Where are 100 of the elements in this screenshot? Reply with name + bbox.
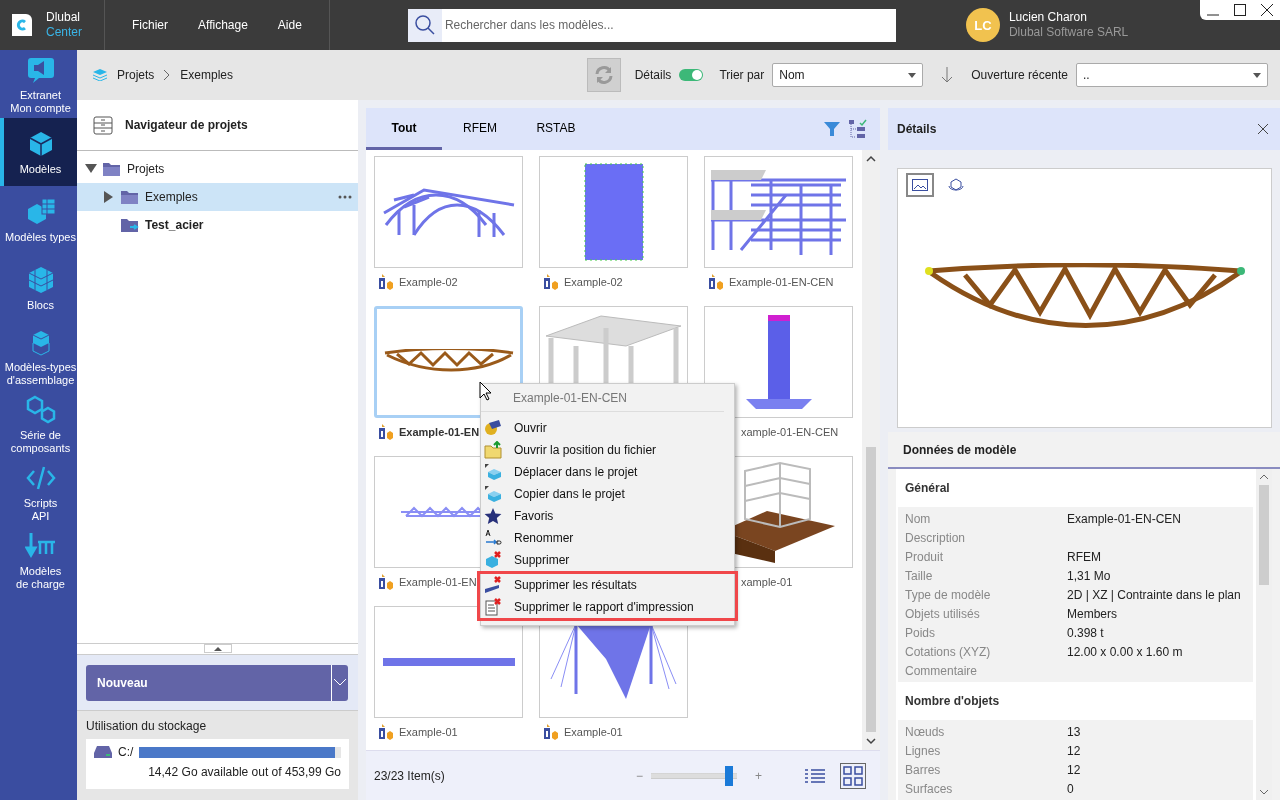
nav-item[interactable]: Modèles types xyxy=(0,186,77,254)
collapse-icon[interactable] xyxy=(85,164,97,174)
more-icon[interactable] xyxy=(338,195,352,199)
tree-item[interactable]: Exemples xyxy=(77,183,358,211)
nav-item[interactable]: Modèles xyxy=(0,118,77,186)
user-name: Lucien Charon xyxy=(1008,10,1088,25)
filter-icon[interactable] xyxy=(824,122,840,136)
property-label: Lignes xyxy=(905,743,942,758)
property-label: Commentaire xyxy=(905,663,979,678)
nav-item[interactable]: Scripts API xyxy=(0,458,77,526)
property-label: Taille xyxy=(905,568,934,583)
model-card[interactable] xyxy=(704,306,853,418)
menu-item[interactable]: Affichage xyxy=(183,18,263,32)
scroll-thumb[interactable] xyxy=(1259,485,1269,585)
property-value: 12.00 x 0.00 x 1.60 m xyxy=(1067,644,1183,659)
menu-item[interactable]: Favoris xyxy=(481,505,734,527)
property-label: Produit xyxy=(905,549,945,564)
menu-item[interactable]: Supprimer le rapport d'impression xyxy=(477,596,738,621)
expand-panel-icon[interactable] xyxy=(203,644,232,653)
menu-item[interactable]: Fichier xyxy=(117,18,183,32)
menu-item[interactable]: Supprimer les résultats xyxy=(477,571,738,596)
model-file-icon xyxy=(378,574,394,590)
delete-results-icon xyxy=(484,576,502,594)
grid-icon xyxy=(843,765,863,786)
property-value: Members xyxy=(1067,606,1117,621)
property-value: 12 xyxy=(1067,762,1081,777)
slider-thumb[interactable] xyxy=(724,765,733,786)
tree-label: Exemples xyxy=(145,190,198,204)
search-field[interactable]: Rechercher dans les modèles... xyxy=(441,8,896,42)
property-label: Nœuds xyxy=(905,724,946,739)
tab[interactable]: RSTAB xyxy=(518,108,594,150)
model-name: Example-01 xyxy=(399,726,458,738)
tree-check-icon[interactable] xyxy=(848,119,868,139)
new-button[interactable]: Nouveau xyxy=(86,664,348,701)
menu-item[interactable]: Déplacer dans le projet xyxy=(481,461,734,483)
property-label: Cotations (XYZ) xyxy=(905,644,992,659)
menu-item[interactable]: Supprimer xyxy=(481,549,734,571)
details-toggle[interactable] xyxy=(679,69,704,81)
scroll-thumb[interactable] xyxy=(866,447,876,732)
close-icon[interactable] xyxy=(1258,124,1268,134)
nav-item[interactable]: Modèles de charge xyxy=(0,526,77,594)
caret-icon xyxy=(1253,72,1261,78)
refresh-icon xyxy=(593,65,614,85)
tab[interactable]: RFEM xyxy=(442,108,518,150)
menu-item[interactable]: Renommer xyxy=(481,527,734,549)
storage-title: Utilisation du stockage xyxy=(86,719,208,733)
menu-item[interactable]: Ouvrir xyxy=(481,417,734,439)
drive-label: C:/ xyxy=(118,745,134,759)
sort-label: Trier par xyxy=(719,68,765,82)
tree-label: Projets xyxy=(127,162,165,176)
menu-item[interactable]: Ouvrir la position du fichier xyxy=(481,439,734,461)
menu-item[interactable]: Copier dans le projet xyxy=(481,483,734,505)
model-name: Example-01 xyxy=(564,726,623,738)
list-icon xyxy=(805,767,825,784)
recent-dropdown[interactable]: .. xyxy=(1076,63,1268,87)
model-file-icon xyxy=(378,424,394,440)
sort-dropdown[interactable]: Nom xyxy=(772,63,924,87)
scrollbar[interactable] xyxy=(862,150,880,750)
scrollbar[interactable] xyxy=(1256,469,1272,800)
sort-direction-icon[interactable] xyxy=(941,67,954,83)
model-name: Example-01-EN xyxy=(399,576,477,588)
tree-item[interactable]: Test_acier xyxy=(77,211,358,239)
drive-icon xyxy=(94,745,112,759)
model-file-icon xyxy=(378,274,394,290)
nav-item[interactable]: Extranet Mon compte xyxy=(0,50,77,118)
user-company: Dlubal Software SARL xyxy=(1008,25,1129,40)
breadcrumb-item[interactable]: Projets xyxy=(117,68,155,82)
folder-icon xyxy=(121,190,139,204)
maximize-icon[interactable] xyxy=(1234,4,1246,16)
delete-icon xyxy=(484,551,502,569)
move-icon xyxy=(484,463,502,481)
breadcrumb-item[interactable]: Exemples xyxy=(180,68,234,82)
layers-icon xyxy=(93,69,107,81)
model-file-icon xyxy=(708,274,724,290)
model-name: Example-01-EN xyxy=(399,426,480,438)
grid-view-button[interactable] xyxy=(840,762,866,789)
property-value: 0 xyxy=(1067,781,1074,796)
nav-item[interactable]: Série de composants xyxy=(0,390,77,458)
nav-item[interactable]: Blocs xyxy=(0,254,77,322)
refresh-button[interactable] xyxy=(586,58,621,92)
menu-item[interactable]: Aide xyxy=(262,18,317,32)
nav-item[interactable]: Modèles-types d'assemblage xyxy=(0,322,77,390)
details-title: Détails xyxy=(897,122,937,136)
tree-item[interactable]: Projets xyxy=(77,155,358,183)
chevron-icon xyxy=(164,70,171,80)
open-icon xyxy=(484,419,502,437)
property-label: Barres xyxy=(905,762,942,777)
shared-folder-icon xyxy=(121,218,139,232)
section-title: Nombre d'objets xyxy=(904,693,1001,710)
expand-icon[interactable] xyxy=(104,191,114,203)
property-label: Type de modèle xyxy=(905,587,992,602)
tab[interactable]: Tout xyxy=(366,108,442,150)
image-mode-button[interactable] xyxy=(906,173,934,197)
image-icon xyxy=(912,179,928,191)
close-icon[interactable] xyxy=(1260,4,1273,16)
menu-title: Example-01-EN-CEN xyxy=(513,390,628,405)
property-label: Objets utilisés xyxy=(905,606,981,621)
property-value: Example-01-EN-CEN xyxy=(1067,511,1182,526)
cabinet-icon xyxy=(93,115,113,135)
property-value: 12 xyxy=(1067,743,1081,758)
